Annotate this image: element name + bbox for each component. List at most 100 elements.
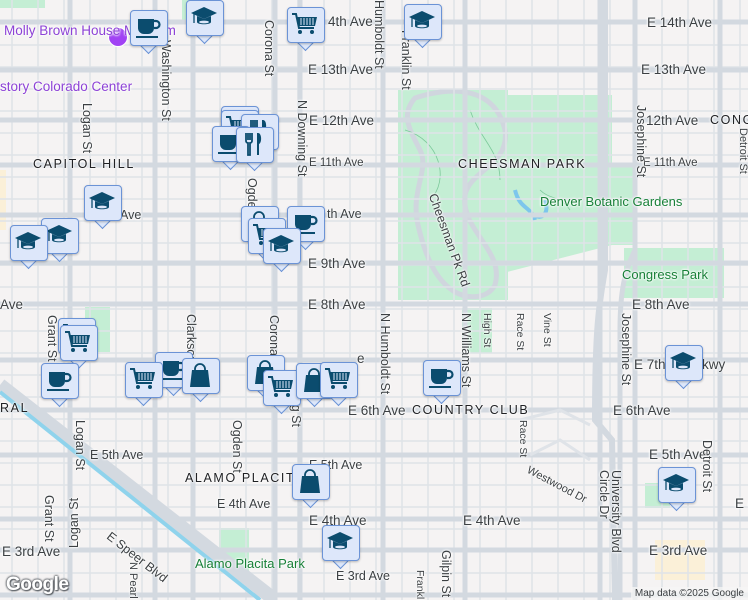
street-label-8th-west: Ave bbox=[0, 297, 24, 312]
map-marker-school[interactable] bbox=[10, 225, 48, 270]
school-icon bbox=[668, 348, 698, 376]
street-label-8th: E 8th Ave bbox=[308, 297, 366, 312]
map-marker-school[interactable] bbox=[263, 228, 301, 273]
restaurant-icon bbox=[239, 130, 269, 158]
street-label-6th-east: E 6th Ave bbox=[613, 403, 671, 418]
cafe-icon bbox=[426, 363, 456, 391]
street-label-franklin-south: Frankl bbox=[414, 570, 426, 600]
street-label-pearl: N Pearl bbox=[127, 562, 139, 599]
street-label-3rd-east: E 3rd Ave bbox=[649, 543, 708, 558]
street-label-10th-b: th Ave bbox=[327, 207, 362, 221]
neighborhood-cheesman-park: CHEESMAN PARK bbox=[458, 157, 587, 171]
street-label-12th-east: 12th Ave bbox=[646, 113, 699, 128]
street-label-n-humboldt: N Humboldt St bbox=[378, 313, 392, 395]
street-label-12th: E 12th Ave bbox=[309, 113, 375, 128]
street-label-14th-east: E 14th Ave bbox=[647, 15, 713, 30]
map-marker-grocery[interactable] bbox=[287, 7, 325, 52]
poi-history-colorado-label[interactable]: story Colorado Center bbox=[0, 79, 132, 94]
map-marker-restaurant[interactable] bbox=[236, 127, 274, 172]
grocery-icon bbox=[323, 365, 353, 393]
street-label-humboldt: Humboldt St bbox=[372, 0, 386, 69]
cafe-icon bbox=[133, 13, 163, 41]
neighborhood-capitol-hill: CAPITOL HILL bbox=[33, 157, 135, 171]
street-label-detroit-south: Detroit St bbox=[700, 440, 714, 493]
shopping-icon bbox=[295, 467, 325, 495]
street-label-josephine-south: Josephine St bbox=[619, 313, 633, 386]
cafe-icon bbox=[44, 366, 74, 394]
street-label-6th: E 6th Ave bbox=[348, 403, 406, 418]
neighborhood-congress-park: CONG bbox=[710, 113, 748, 127]
school-icon bbox=[661, 470, 691, 498]
map-attribution[interactable]: Map data ©2025 Google bbox=[630, 587, 748, 600]
map-marker-cafe[interactable] bbox=[130, 10, 168, 55]
neighborhood-central: RAL bbox=[0, 401, 30, 415]
map-marker-school[interactable] bbox=[658, 467, 696, 512]
street-label-logan-south: Logan St bbox=[73, 420, 87, 471]
street-label-13th: E 13th Ave bbox=[308, 62, 374, 77]
street-label-grant-south: Grant St bbox=[42, 495, 56, 542]
street-label-n-williams: N Williams St bbox=[459, 313, 473, 388]
street-label-detroit: Detroit St bbox=[737, 128, 748, 174]
map-marker-school[interactable] bbox=[322, 525, 360, 570]
street-label-race: Race St bbox=[514, 313, 526, 351]
school-icon bbox=[87, 188, 117, 216]
street-label-vine: Vine St bbox=[541, 313, 553, 347]
map-marker-school[interactable] bbox=[665, 345, 703, 390]
street-label-10th: Ave bbox=[120, 208, 142, 222]
park-label-congress-park[interactable]: Congress Park bbox=[622, 268, 708, 282]
grocery-icon bbox=[290, 10, 320, 38]
street-label-5th-east: E 5th Ave bbox=[649, 447, 707, 462]
street-label-3rd: E 3rd Ave bbox=[336, 569, 390, 583]
street-label-7th-mid: e bbox=[357, 351, 365, 366]
street-label-high: High St bbox=[481, 313, 493, 348]
street-label-josephine: Josephine St bbox=[634, 105, 648, 178]
street-label-logan: Logan St bbox=[80, 103, 94, 154]
street-label-grant: Grant St bbox=[45, 315, 59, 362]
street-label-8th-east: E 8th Ave bbox=[632, 297, 690, 312]
map-marker-shopping[interactable] bbox=[182, 358, 220, 403]
map-marker-cafe[interactable] bbox=[41, 363, 79, 408]
street-label-downing: N Downing St bbox=[295, 100, 309, 177]
street-label-university: University Blvd bbox=[609, 470, 623, 553]
map-canvas[interactable]: Molly Brown House Museum story Colorado … bbox=[0, 0, 748, 600]
street-label-ogden-south: Ogden St bbox=[230, 420, 244, 473]
street-label-4th-west: E 4th Ave bbox=[217, 497, 271, 511]
street-label-13th-east: E 13th Ave bbox=[641, 62, 707, 77]
street-label-4th-mid: E 4th Ave bbox=[463, 513, 521, 528]
park-label-botanic-gardens[interactable]: Denver Botanic Gardens bbox=[540, 195, 682, 209]
street-label-corona-top: Corona St bbox=[262, 20, 276, 77]
poi-molly-brown-label[interactable]: Molly Brown House Museum bbox=[4, 23, 176, 38]
school-icon bbox=[189, 3, 219, 31]
google-logo[interactable]: Google bbox=[6, 574, 69, 596]
street-label-logan-rev: Logan St bbox=[67, 497, 81, 548]
neighborhood-country-club: COUNTRY CLUB bbox=[412, 403, 530, 417]
street-label-11th-east: E 11th Ave bbox=[643, 157, 698, 169]
street-label-7th-pkwy: kwy bbox=[702, 357, 726, 372]
map-marker-school[interactable] bbox=[404, 4, 442, 49]
map-marker-school[interactable] bbox=[186, 0, 224, 45]
street-label-11th: E 11th Ave bbox=[309, 157, 364, 169]
school-icon bbox=[44, 221, 74, 249]
map-marker-school[interactable] bbox=[84, 185, 122, 230]
street-label-3rd-west: E 3rd Ave bbox=[2, 544, 61, 559]
grocery-icon bbox=[63, 328, 93, 356]
shopping-icon bbox=[185, 361, 215, 389]
street-label-5th-west: E 5th Ave bbox=[90, 448, 144, 462]
park-label-alamo-placita[interactable]: Alamo Placita Park bbox=[195, 557, 305, 571]
school-icon bbox=[407, 7, 437, 35]
street-label-7th: E 7th bbox=[634, 357, 666, 372]
map-marker-grocery[interactable] bbox=[125, 362, 163, 407]
neighborhood-alamo-placita: ALAMO PLACITA bbox=[185, 471, 305, 485]
street-label-9th: E 9th Ave bbox=[308, 256, 366, 271]
school-icon bbox=[325, 528, 355, 556]
street-label-race-south: Race St bbox=[517, 420, 529, 458]
map-marker-cafe[interactable] bbox=[423, 360, 461, 405]
school-icon bbox=[13, 228, 43, 256]
map-marker-grocery[interactable] bbox=[320, 362, 358, 407]
school-icon bbox=[266, 231, 296, 259]
street-label-14th: 4th Ave bbox=[328, 14, 373, 29]
street-label-gilpin: Gilpin St bbox=[439, 550, 453, 598]
street-label-4th-east: E 4th Ave bbox=[735, 496, 748, 511]
grocery-icon bbox=[266, 373, 296, 401]
map-marker-shopping[interactable] bbox=[292, 464, 330, 509]
